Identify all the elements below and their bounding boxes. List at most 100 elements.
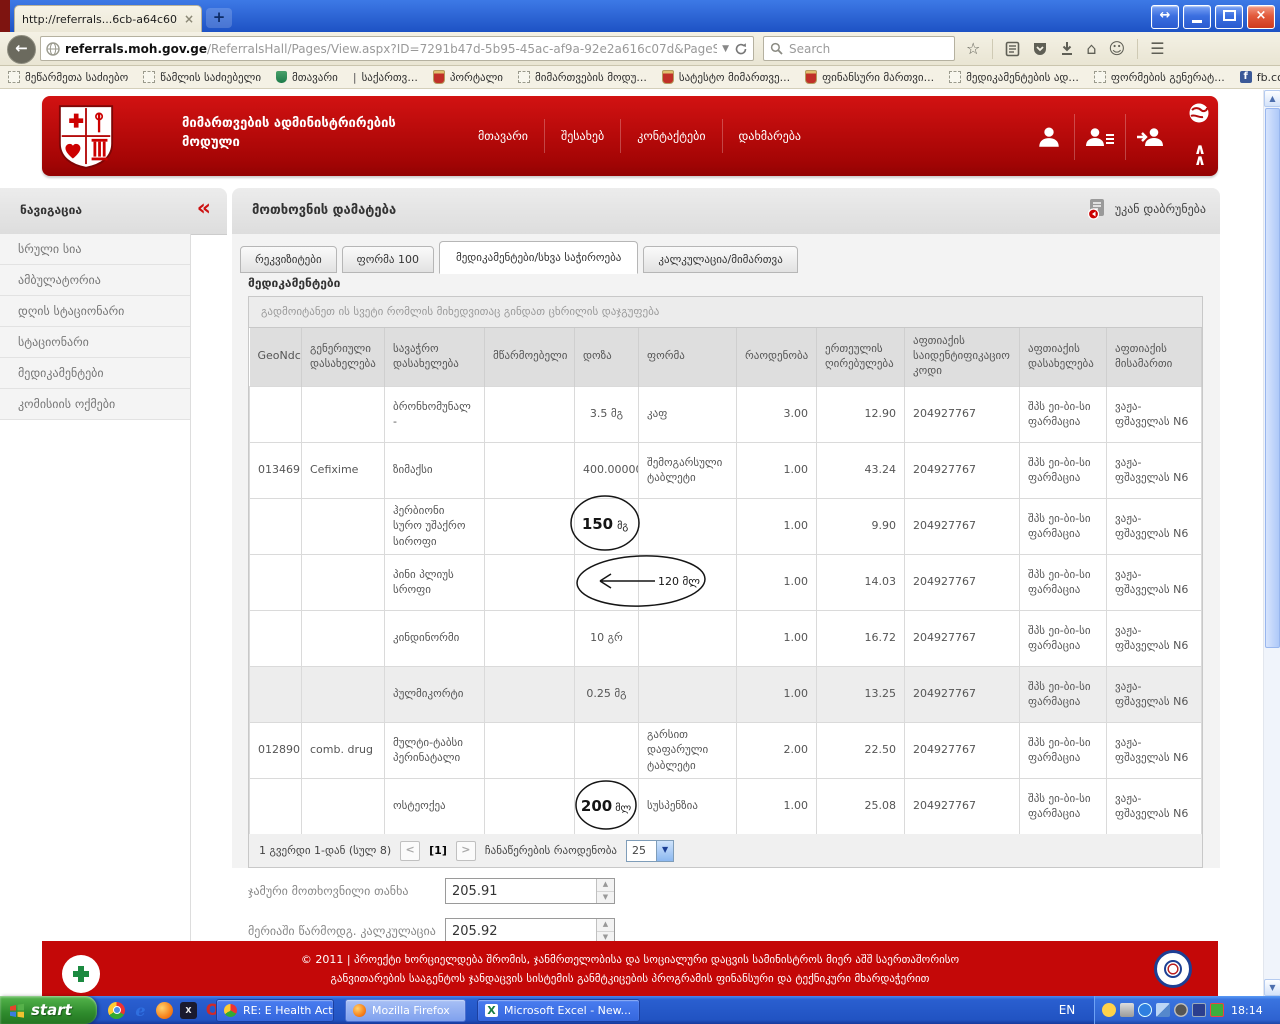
spinner-control[interactable]: ▲▼: [596, 919, 614, 943]
select-dropdown-icon[interactable]: ▼: [656, 841, 673, 861]
language-globe-icon[interactable]: [1188, 102, 1210, 124]
scrollbar[interactable]: ▲ ▼: [1263, 90, 1280, 996]
url-dropdown-icon[interactable]: ▼: [722, 44, 729, 54]
browser-tab[interactable]: http://referrals...6cb-a64c6078eb1a ×: [14, 5, 202, 32]
download-icon[interactable]: [1060, 41, 1074, 56]
profile-user-icon[interactable]: [1024, 114, 1074, 160]
sidebar-item[interactable]: სრული სია: [0, 234, 190, 265]
task-button[interactable]: RE: E Health Activitie...: [216, 999, 334, 1022]
reload-icon[interactable]: [734, 42, 748, 56]
tab-active[interactable]: მედიკამენტები/სხვა საჭიროება: [439, 241, 638, 274]
tab-item[interactable]: რეკვიზიტები: [240, 246, 337, 273]
bookmark-item[interactable]: მიმართვების მოდუ...: [518, 71, 647, 84]
window-corner: [0, 0, 10, 32]
column-header[interactable]: რაოდენობა: [737, 328, 817, 386]
bookmark-item[interactable]: მეწარმეთა საძიებო: [8, 71, 128, 84]
current-page[interactable]: [1]: [429, 844, 447, 857]
internet-explorer-icon[interactable]: e: [132, 1002, 149, 1019]
xmp-icon[interactable]: X: [180, 1002, 197, 1019]
bookmark-item[interactable]: სატესტო მიმართვე...: [662, 70, 790, 84]
bookmark-item[interactable]: მედიკამენტების ად...: [949, 71, 1079, 84]
tab-close-icon[interactable]: ×: [184, 12, 194, 26]
teamviewer-icon[interactable]: [1138, 1003, 1152, 1017]
column-header[interactable]: აფთიაქის მისამართი: [1107, 328, 1202, 386]
placeholder-icon: [518, 71, 530, 83]
back-button[interactable]: ←: [7, 35, 36, 64]
column-header[interactable]: აფთიაქის დასახელება: [1020, 328, 1107, 386]
logout-user-icon[interactable]: [1125, 114, 1176, 160]
sidebar-item[interactable]: მედიკამენტები: [0, 358, 190, 389]
sidebar-collapse-icon[interactable]: «: [197, 196, 211, 221]
scroll-down-icon[interactable]: ▼: [1264, 979, 1280, 996]
resize-extension-button[interactable]: ↔: [1151, 5, 1179, 29]
tab-item[interactable]: კალკულაცია/მიმართვა: [643, 246, 797, 273]
table-row[interactable]: 012890comb. drugმულტი-ტაბსი პერინატალიგა…: [250, 722, 1202, 778]
firefox-icon[interactable]: [156, 1002, 173, 1019]
sidebar-item[interactable]: დღის სტაციონარი: [0, 296, 190, 327]
bookmark-item[interactable]: წამლის საძიებელი: [143, 71, 261, 84]
total-requested-input[interactable]: 205.91 ▲▼: [445, 878, 615, 904]
skype-icon[interactable]: [1102, 1003, 1116, 1017]
task-button[interactable]: XMicrosoft Excel - New...: [477, 999, 640, 1022]
table-row[interactable]: პულმიკორტი0.25 მგ1.0013.25204927767შპს ე…: [250, 666, 1202, 722]
site-nav-item[interactable]: დახმარება: [722, 119, 818, 153]
bookmark-item[interactable]: ffb.com: [1240, 71, 1280, 84]
home-icon[interactable]: ⌂: [1086, 41, 1096, 57]
prev-page-button[interactable]: <: [400, 841, 420, 861]
printer-icon[interactable]: [1120, 1003, 1134, 1017]
table-row[interactable]: 013469Cefiximeზიმაქსი400.00000შემოგარსულ…: [250, 442, 1202, 498]
site-nav-item[interactable]: შესახებ: [544, 119, 620, 153]
table-row[interactable]: ბრონხომუნალ -3.5 მგკაფ3.0012.90204927767…: [250, 386, 1202, 442]
close-button[interactable]: ×: [1247, 5, 1275, 29]
url-bar[interactable]: referrals.moh.gov.ge/ReferralsHall/Pages…: [40, 36, 754, 61]
scrollbar-thumb[interactable]: [1265, 108, 1280, 648]
start-button[interactable]: start: [0, 996, 97, 1024]
spinner-control[interactable]: ▲▼: [596, 879, 614, 903]
minimize-button[interactable]: [1183, 5, 1211, 29]
site-nav-item[interactable]: მთავარი: [462, 119, 544, 153]
volume-icon[interactable]: [1174, 1003, 1188, 1017]
sidebar-item[interactable]: სტაციონარი: [0, 327, 190, 358]
language-indicator[interactable]: EN: [1048, 999, 1086, 1021]
column-header[interactable]: ფორმა: [639, 328, 737, 386]
next-page-button[interactable]: >: [456, 841, 476, 861]
bookmark-item[interactable]: |საქართვ...: [353, 71, 418, 84]
table-row[interactable]: პინი პლიუს სროფი1.0014.03204927767შპს ეი…: [250, 554, 1202, 610]
bookmark-item[interactable]: პორტალი: [433, 70, 503, 84]
site-nav-item[interactable]: კონტაქტები: [620, 119, 721, 153]
network-icon[interactable]: [1156, 1003, 1170, 1017]
hello-smiley-icon[interactable]: ☺: [1109, 41, 1126, 57]
column-header[interactable]: ერთეულის ღირებულება: [817, 328, 905, 386]
collapse-header-icon[interactable]: ∧∧: [1194, 144, 1206, 166]
bookmark-item[interactable]: მთავარი: [276, 71, 338, 84]
column-header[interactable]: აფთიაქის საიდენტიფიკაციო კოდი: [905, 328, 1020, 386]
chrome-icon[interactable]: [108, 1002, 125, 1019]
tab-item[interactable]: ფორმა 100: [342, 246, 434, 273]
reading-list-icon[interactable]: [1005, 41, 1020, 57]
column-header[interactable]: GeoNdc: [250, 328, 302, 386]
column-header[interactable]: გენერიული დასახელება: [302, 328, 385, 386]
bookmark-star-icon[interactable]: ☆: [966, 41, 980, 57]
task-button[interactable]: Mozilla Firefox: [345, 999, 466, 1022]
column-header[interactable]: სავაჭრო დასახელება: [385, 328, 485, 386]
maximize-button[interactable]: [1215, 5, 1243, 29]
sidebar-item[interactable]: ამბულატორია: [0, 265, 190, 296]
table-row[interactable]: ოსტეოქეასუსპენზია1.0025.08204927767შპს ე…: [250, 778, 1202, 834]
sidebar-item[interactable]: კომისიის ოქმები: [0, 389, 190, 420]
menu-hamburger-icon[interactable]: ☰: [1150, 41, 1164, 57]
column-header[interactable]: მწარმოებელი: [485, 328, 575, 386]
pocket-icon[interactable]: [1032, 41, 1048, 57]
bookmark-item[interactable]: ფინანსური მართვი...: [805, 70, 934, 84]
table-row[interactable]: კინდინორმი10 გრ1.0016.72204927767შპს ეი-…: [250, 610, 1202, 666]
page-size-select[interactable]: 25 ▼: [626, 840, 674, 862]
column-header[interactable]: დოზა: [575, 328, 639, 386]
table-row[interactable]: ჰერბიონი სურო უშაქრო სიროფი1.009.9020492…: [250, 498, 1202, 554]
display-icon[interactable]: [1210, 1003, 1224, 1017]
bookmark-item[interactable]: ფორმების გენერატ...: [1094, 71, 1225, 84]
scroll-up-icon[interactable]: ▲: [1264, 90, 1280, 107]
device-icon[interactable]: [1192, 1003, 1206, 1017]
go-back-button[interactable]: უკან დაბრუნება: [1086, 198, 1206, 220]
new-tab-button[interactable]: +: [206, 8, 232, 28]
search-input[interactable]: Search: [763, 36, 955, 61]
user-list-icon[interactable]: [1074, 114, 1125, 160]
